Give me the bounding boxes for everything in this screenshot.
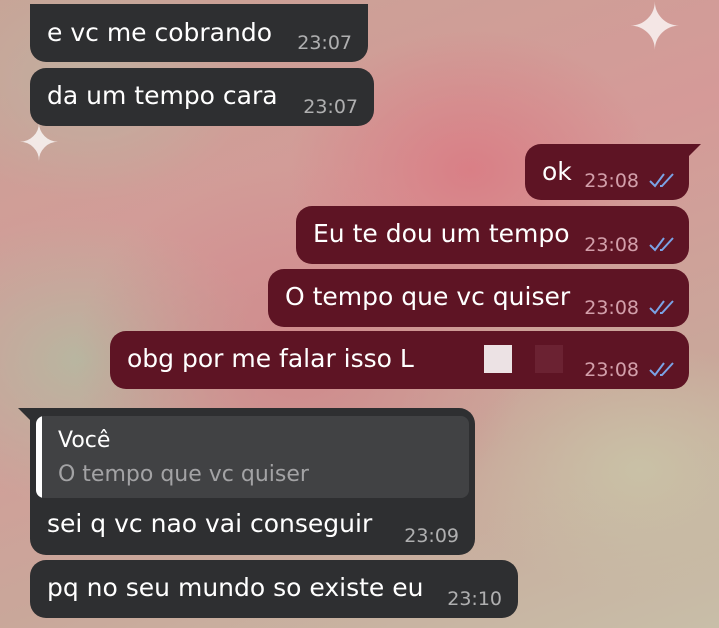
double-check-icon — [649, 300, 674, 315]
message-text: Eu te dou um tempo — [313, 219, 570, 248]
message-time: 23:09 — [404, 525, 459, 547]
double-check-icon — [649, 237, 674, 252]
message-bubble-outgoing[interactable]: ok 23:08 — [525, 144, 701, 200]
quote-bar — [36, 416, 42, 498]
message-text: ok — [542, 157, 572, 186]
message-bubble-incoming[interactable]: pq no seu mundo so existe eu 23:10 — [30, 560, 518, 618]
message-bubble-outgoing[interactable]: O tempo que vc quiser 23:08 — [268, 269, 689, 327]
message-bubble-outgoing[interactable]: obg por me falar isso L 23:08 — [110, 331, 689, 389]
message-bubble-incoming-reply[interactable]: Você O tempo que vc quiser sei q vc nao … — [18, 408, 475, 555]
quote-text: O tempo que vc quiser — [58, 462, 309, 487]
message-time: 23:08 — [584, 359, 639, 381]
message-bubble-outgoing[interactable]: Eu te dou um tempo 23:08 — [296, 206, 689, 264]
bubble-tail — [18, 408, 32, 422]
message-text: obg por me falar isso L — [127, 344, 414, 373]
double-check-icon — [649, 362, 674, 377]
message-bubble-incoming[interactable]: e vc me cobrando 23:07 — [30, 4, 368, 62]
message-time: 23:08 — [584, 297, 639, 319]
message-time: 23:07 — [303, 96, 358, 118]
message-text: O tempo que vc quiser — [285, 282, 571, 311]
message-bubble-incoming[interactable]: da um tempo cara 23:07 — [30, 68, 374, 126]
bubble-tail — [687, 144, 701, 158]
emoji-icon — [484, 345, 512, 373]
message-text: e vc me cobrando — [47, 18, 273, 47]
message-text: pq no seu mundo so existe eu — [47, 573, 424, 602]
message-time: 23:07 — [297, 32, 352, 54]
reply-quote[interactable]: Você O tempo que vc quiser — [36, 416, 469, 498]
quote-author: Você — [58, 428, 111, 453]
emoji-icon — [535, 345, 563, 373]
message-text: da um tempo cara — [47, 81, 278, 110]
message-time: 23:10 — [447, 588, 502, 610]
sparkle-icon: ✦ — [628, 0, 682, 65]
double-check-icon — [649, 173, 674, 188]
message-time: 23:08 — [584, 170, 639, 192]
message-text: sei q vc nao vai conseguir — [47, 509, 373, 538]
message-time: 23:08 — [584, 234, 639, 256]
